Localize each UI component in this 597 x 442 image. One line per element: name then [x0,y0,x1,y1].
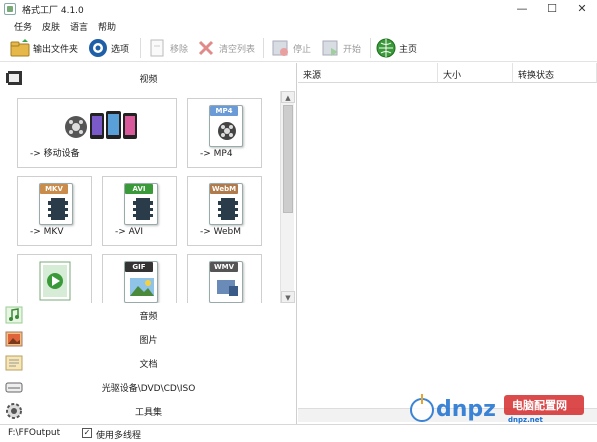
close-button[interactable]: ✕ [567,0,597,18]
title-bar: 格式工厂 4.1.0 — ☐ ✕ [0,0,597,18]
multithread-label: 使用多线程 [96,431,142,441]
output-path[interactable]: F:\FFOutput [8,428,60,438]
stop-button[interactable]: 停止 [270,37,311,59]
mp4-file-icon: MP4 [209,105,243,147]
svg-text:dnpz: dnpz [436,397,496,422]
clear-list-label: 清空列表 [219,44,256,55]
green-video-file-icon [39,261,73,303]
category-disc[interactable]: 光驱设备\DVD\CD\ISO [0,376,297,398]
multithread-checkbox[interactable]: ✓ [82,428,92,438]
remove-label: 移除 [170,44,189,55]
mobile-devices-icon [64,105,144,145]
options-button[interactable]: 选项 [88,37,129,59]
category-tools[interactable]: 工具集 [0,400,297,422]
watermark-url: dnpz.net [508,416,543,424]
tile-mkv[interactable]: MKV -> MKV [17,176,92,246]
category-audio[interactable]: 音频 [0,304,297,326]
app-icon [4,3,16,15]
menu-help[interactable]: 帮助 [98,20,116,33]
mkv-tag: MKV [40,184,68,194]
mkv-file-icon: MKV [39,183,73,225]
toolbar-divider [140,38,141,58]
tile-webm[interactable]: WebM -> WebM [187,176,262,246]
task-list-panel: 来源 大小 转换状态 dnpz 电脑配置网 dnpz.net [298,63,597,424]
tile-format-6[interactable] [17,254,92,303]
film-strip-icon [218,198,238,220]
home-button[interactable]: 主页 [376,37,417,59]
category-tools-label: 工具集 [134,408,162,418]
tile-mp4[interactable]: MP4 -> MP4 [187,98,262,168]
watermark-site-name: 电脑配置网 [512,399,567,412]
category-video[interactable]: 视频 [0,67,297,89]
tile-mp4-label: -> MP4 [200,149,233,159]
mp4-tag: MP4 [210,106,238,116]
menu-task[interactable]: 任务 [14,20,32,33]
output-folder-button[interactable]: 输出文件夹 [10,37,78,59]
webm-file-icon: WebM [209,183,243,225]
start-button[interactable]: 开始 [320,37,361,59]
tile-mobile-device-label: -> 移动设备 [30,149,80,159]
folder-icon [10,38,30,58]
avi-file-icon: AVI [124,183,158,225]
menu-skin[interactable]: 皮肤 [42,20,60,33]
scroll-up-arrow[interactable]: ▲ [281,91,295,103]
category-image-label: 图片 [139,336,158,346]
gif-file-icon: GIF [124,261,158,303]
start-icon [320,38,340,58]
column-header-size[interactable]: 大小 [438,63,513,83]
webm-tag: WebM [210,184,238,194]
clear-icon [196,38,216,58]
tile-wmv[interactable]: WMV [187,254,262,303]
options-label: 选项 [111,44,130,55]
category-panel: 视频 -> 移动设备 MP4 -> MP4 MKV -> MKV AVI -> … [0,63,297,424]
options-icon [88,38,108,58]
menu-bar: 任务 皮肤 语言 帮助 [0,18,597,34]
toolbar-divider [263,38,264,58]
home-label: 主页 [399,44,418,55]
tile-avi-label: -> AVI [115,227,144,237]
tile-mkv-label: -> MKV [30,227,64,237]
column-header-status[interactable]: 转换状态 [513,63,597,83]
column-header-source[interactable]: 来源 [298,63,438,83]
output-folder-label: 输出文件夹 [33,44,79,55]
stop-label: 停止 [293,44,312,55]
remove-icon [147,38,167,58]
wmv-tag: WMV [210,262,238,272]
tile-avi[interactable]: AVI -> AVI [102,176,177,246]
tile-mobile-device[interactable]: -> 移动设备 [17,98,177,168]
menu-language[interactable]: 语言 [70,20,88,33]
remove-button[interactable]: 移除 [147,37,188,59]
scroll-thumb[interactable] [283,105,293,213]
window-title: 格式工厂 4.1.0 [22,6,84,16]
format-grid: -> 移动设备 MP4 -> MP4 MKV -> MKV AVI -> AVI [0,91,280,303]
film-strip-icon [133,198,153,220]
status-bar: F:\FFOutput ✓ 使用多线程 [0,424,597,442]
category-video-label: 视频 [139,75,158,85]
maximize-button[interactable]: ☐ [537,0,567,18]
tile-webm-label: -> WebM [200,227,242,237]
avi-tag: AVI [125,184,153,194]
minimize-button[interactable]: — [507,0,537,18]
start-label: 开始 [343,44,362,55]
clear-list-button[interactable]: 清空列表 [196,37,255,59]
home-globe-icon [376,38,396,58]
stop-icon [270,38,290,58]
category-image[interactable]: 图片 [0,328,297,350]
format-grid-scrollbar[interactable]: ▲ ▼ [280,91,295,303]
film-strip-icon [48,198,68,220]
gif-tag: GIF [125,262,153,272]
category-disc-label: 光驱设备\DVD\CD\ISO [101,384,196,394]
toolbar-divider [370,38,371,58]
scroll-down-arrow[interactable]: ▼ [281,291,295,303]
category-document[interactable]: 文档 [0,352,297,374]
category-document-label: 文档 [139,360,158,370]
toolbar: 输出文件夹 选项 移除 清空列表 停止 开始 主页 [0,34,597,62]
category-audio-label: 音频 [139,312,158,322]
tile-gif[interactable]: GIF [102,254,177,303]
wmv-file-icon: WMV [209,261,243,303]
